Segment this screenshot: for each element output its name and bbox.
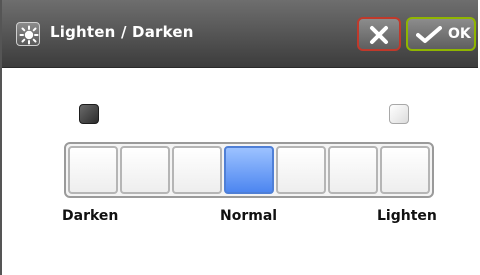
step-2[interactable] bbox=[120, 146, 170, 194]
ok-label: OK bbox=[448, 26, 471, 42]
darken-label: Darken bbox=[62, 208, 119, 224]
step-6[interactable] bbox=[328, 146, 378, 194]
step-4-selected[interactable] bbox=[224, 146, 274, 194]
step-3[interactable] bbox=[172, 146, 222, 194]
checkmark-icon bbox=[416, 26, 442, 43]
step-7[interactable] bbox=[380, 146, 430, 194]
light-swatch-icon bbox=[389, 104, 409, 124]
brightness-step-slider[interactable] bbox=[64, 142, 434, 198]
ok-button[interactable]: OK bbox=[406, 17, 476, 51]
step-5[interactable] bbox=[276, 146, 326, 194]
brightness-icon bbox=[16, 22, 40, 46]
dark-swatch-icon bbox=[79, 104, 99, 124]
lighten-label: Lighten bbox=[377, 208, 437, 224]
step-1[interactable] bbox=[68, 146, 118, 194]
dialog-title: Lighten / Darken bbox=[50, 23, 194, 41]
close-icon bbox=[370, 26, 388, 44]
cancel-button[interactable] bbox=[357, 17, 401, 51]
lighten-darken-dialog: Lighten / Darken OK Darken Normal Lighte… bbox=[0, 0, 478, 275]
title-bar: Lighten / Darken OK bbox=[2, 0, 478, 68]
normal-label: Normal bbox=[220, 208, 278, 224]
